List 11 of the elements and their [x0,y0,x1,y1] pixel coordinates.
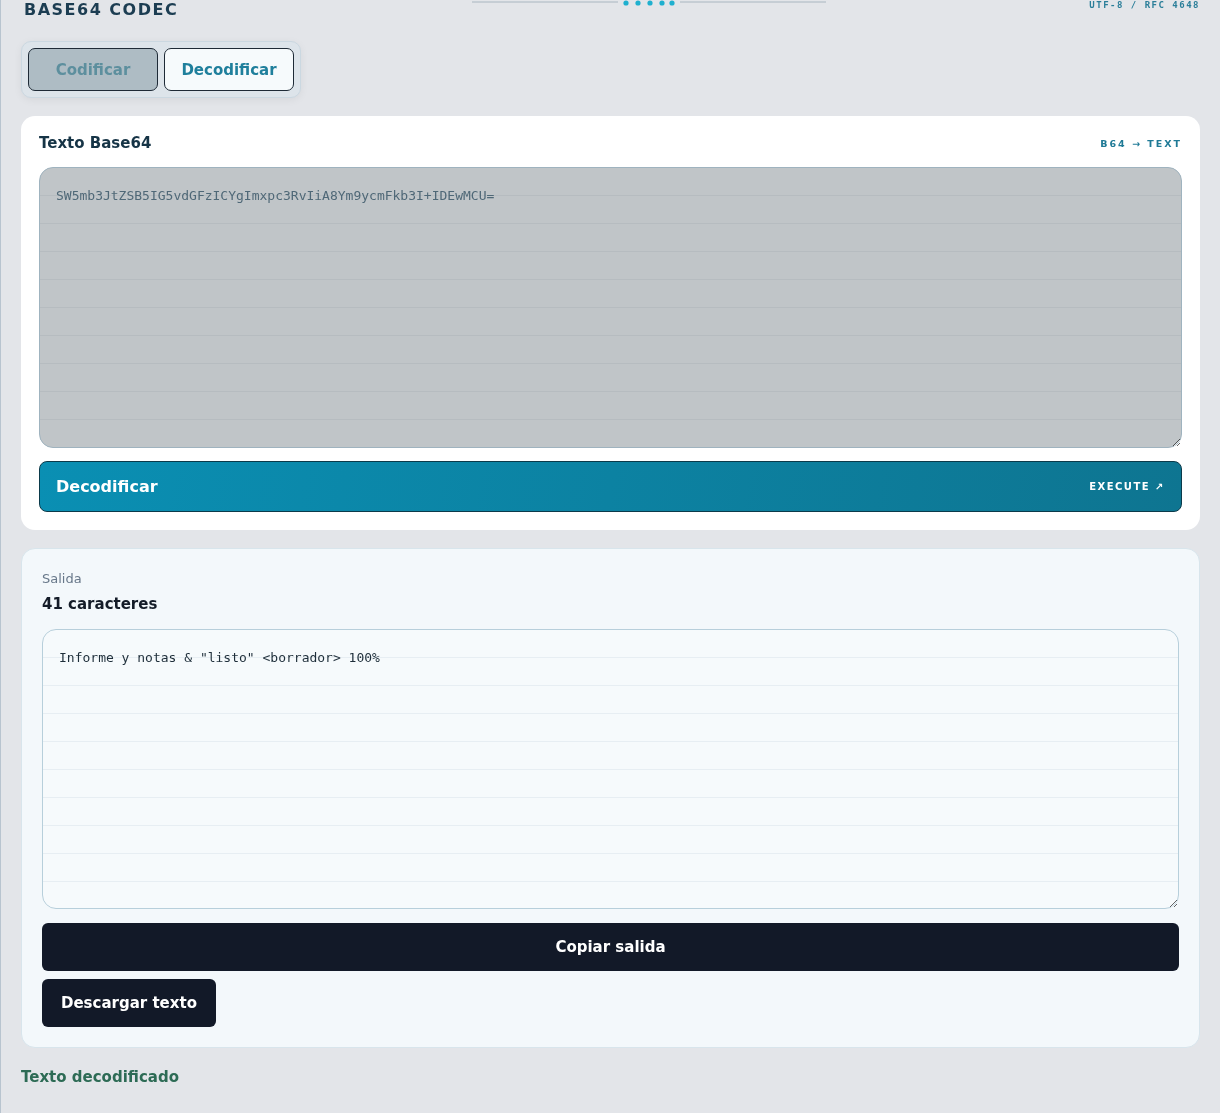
download-button[interactable]: Descargar texto [42,979,216,1027]
app-title: BASE64 CODEC [24,0,179,20]
encoding-label: UTF-8 / RFC 4648 [1089,0,1200,10]
direction-label: B64 → TEXT [1100,137,1182,149]
character-count: 41 caracteres [42,595,159,613]
output-label: Salida [42,571,83,586]
input-title: Texto Base64 [39,134,152,152]
copy-button[interactable]: Copiar salida [42,923,1179,971]
output-field[interactable]: Informe y notas & "listo" <borrador> 100% [42,629,1179,909]
mode-tab[interactable]: Decodificar [164,48,294,91]
status-message: Texto decodificado [21,1068,179,1086]
